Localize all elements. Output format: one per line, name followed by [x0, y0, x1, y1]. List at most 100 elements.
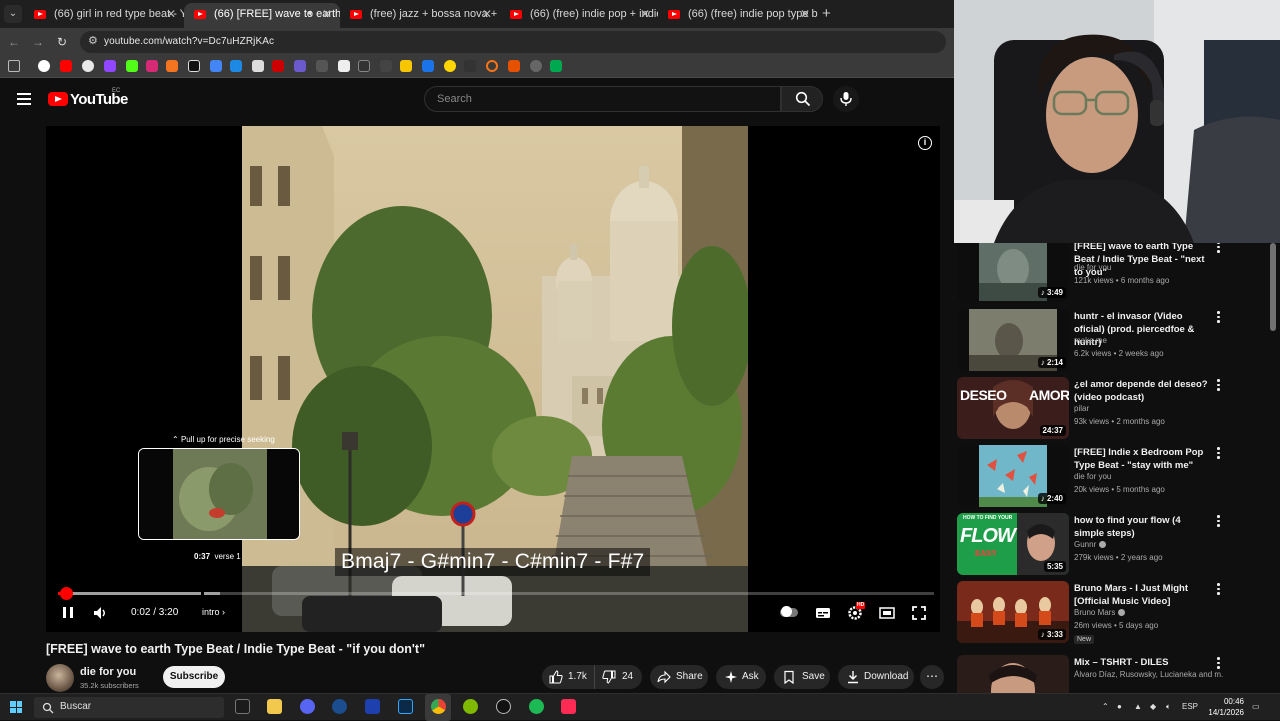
pause-button[interactable] [60, 602, 76, 624]
bookmark-icon[interactable] [166, 60, 178, 72]
menu-icon[interactable] [17, 93, 31, 105]
speaker-icon[interactable]: 🔈︎ [308, 3, 314, 25]
more-actions-button[interactable]: ⋯ [920, 665, 944, 689]
autoplay-toggle[interactable] [780, 604, 798, 622]
youtube-logo-icon[interactable] [48, 92, 68, 106]
bookmark-icon[interactable] [252, 60, 264, 72]
save-button[interactable]: Save [774, 665, 830, 689]
bookmark-icon[interactable] [358, 60, 370, 72]
volume-tray-icon[interactable]: 🔈︎ [1166, 702, 1171, 712]
video-thumbnail[interactable]: DESEO AMOR 24:37 [957, 377, 1069, 439]
photoshop-icon[interactable] [398, 699, 413, 714]
apps-grid-icon[interactable] [8, 60, 20, 72]
sheets-icon[interactable] [550, 60, 562, 72]
close-icon[interactable]: ✕ [166, 3, 176, 25]
video-thumbnail[interactable] [957, 655, 1069, 693]
kick-icon[interactable] [126, 60, 138, 72]
tray-overflow-icon[interactable]: ⌃ [1102, 702, 1109, 711]
file-explorer-icon[interactable] [267, 699, 282, 714]
recommendation-item[interactable]: ♪ 3:33 Bruno Mars - I Just Might [Offici… [954, 581, 1280, 647]
video-player[interactable]: i ⌃ Pull up for precise seeking 0:37 ver… [46, 126, 940, 632]
bookmark-icon[interactable] [486, 60, 498, 72]
more-options-icon[interactable] [1216, 583, 1222, 597]
chapter-button[interactable]: intro › [202, 607, 225, 629]
like-button[interactable]: 1.7k [542, 665, 594, 689]
google-icon[interactable] [38, 60, 50, 72]
steam-icon[interactable] [332, 699, 347, 714]
volume-button[interactable] [92, 602, 110, 624]
recommendation-item[interactable]: ♪ 2:40 [FREE] Indie x Bedroom Pop Type B… [954, 445, 1280, 511]
omnibox[interactable]: ⚙︎ youtube.com/watch?v=Dc7uHZRjKAc [80, 31, 946, 53]
bookmark-icon[interactable] [230, 60, 242, 72]
system-clock[interactable]: 00:46 14/1/2026 [1204, 696, 1244, 718]
subscribe-button[interactable]: Subscribe [163, 666, 225, 688]
recommendation-channel[interactable]: pilar [1074, 404, 1089, 413]
notification-icon[interactable]: ▭ [1252, 702, 1260, 711]
theater-mode-icon[interactable] [878, 604, 896, 622]
recommendation-channel[interactable]: die for you [1074, 472, 1111, 481]
share-button[interactable]: Share [650, 665, 708, 689]
recommendation-title[interactable]: [FREE] wave to earth Type Beat / Indie T… [1074, 243, 1209, 279]
tab-indie-pop-type-beat[interactable]: (66) (free) indie pop type beat ✕ [658, 3, 818, 28]
recommendation-channel[interactable]: make me [1074, 336, 1107, 345]
recommendation-item[interactable]: ♪ 3:49 [FREE] wave to earth Type Beat / … [954, 243, 1280, 305]
bookmark-icon[interactable] [464, 60, 476, 72]
tab-jazz-bossa-nova[interactable]: (free) jazz + bossa nova + eleva ✕ [340, 3, 500, 28]
recommendation-channel[interactable]: Gunnr [1074, 540, 1107, 549]
recommendations-scrollbar[interactable] [1270, 243, 1276, 331]
more-options-icon[interactable] [1216, 311, 1222, 325]
recommendation-channel[interactable]: Bruno Mars [1074, 608, 1126, 617]
fullscreen-icon[interactable] [910, 604, 928, 622]
video-thumbnail[interactable]: ♪ 2:14 [957, 309, 1069, 371]
x-icon[interactable] [188, 60, 200, 72]
site-info-icon[interactable]: ⚙︎ [88, 34, 98, 47]
bookmark-icon[interactable] [210, 60, 222, 72]
vegas-icon[interactable] [365, 699, 380, 714]
voice-search-button[interactable] [833, 86, 859, 112]
recommendation-title[interactable]: [FREE] Indie x Bedroom Pop Type Beat - "… [1074, 446, 1209, 472]
settings-gear-icon[interactable]: HD [846, 602, 866, 622]
reload-icon[interactable]: ↻ [54, 34, 70, 50]
youtube-bookmark-icon[interactable] [60, 60, 72, 72]
language-indicator[interactable]: ESP [1182, 702, 1198, 711]
app-icon[interactable] [463, 699, 478, 714]
bookmark-icon[interactable] [294, 60, 306, 72]
more-options-icon[interactable] [1216, 243, 1222, 255]
obs-icon[interactable] [496, 699, 511, 714]
bookmark-icon[interactable] [530, 60, 542, 72]
taskbar-search[interactable]: Buscar [34, 697, 224, 718]
close-icon[interactable]: ✕ [322, 3, 332, 25]
search-button[interactable] [781, 86, 823, 112]
video-thumbnail[interactable]: HOW TO FIND YOUR FLOW EASY 5:35 [957, 513, 1069, 575]
bookmark-icon[interactable] [316, 60, 328, 72]
new-tab-button[interactable]: + [822, 4, 836, 24]
tab-girl-in-red[interactable]: (66) girl in red type beat - YouT ✕ [24, 3, 184, 28]
discord-icon[interactable] [300, 699, 315, 714]
recommendation-title[interactable]: Mix – TSHRT - DILES [1074, 656, 1209, 669]
recommendation-channel[interactable]: Álvaro Díaz, Rusowsky, Lucianeka and m..… [1074, 670, 1224, 679]
tab-search-button[interactable]: ⌄ [4, 5, 22, 23]
tray-app-icon[interactable]: ◆ [1150, 702, 1156, 711]
recommendation-title[interactable]: ¿el amor depende del deseo? (video podca… [1074, 378, 1209, 404]
dislike-button[interactable]: 24 [594, 665, 642, 689]
search-input[interactable] [437, 91, 757, 107]
video-thumbnail[interactable]: ♪ 2:40 [957, 445, 1069, 507]
info-icon[interactable]: i [918, 136, 932, 150]
video-thumbnail[interactable]: ♪ 3:49 [957, 243, 1069, 301]
bookmark-icon[interactable] [400, 60, 412, 72]
forward-arrow-icon[interactable]: → [30, 34, 46, 50]
download-button[interactable]: Download [838, 665, 914, 689]
more-options-icon[interactable] [1216, 515, 1222, 529]
tray-app-icon[interactable]: ● [1117, 702, 1122, 711]
recommendation-item[interactable]: ♪ 2:14 huntr - el invasor (Video oficial… [954, 309, 1280, 375]
bookmark-icon[interactable] [444, 60, 456, 72]
close-icon[interactable]: ✕ [482, 3, 492, 25]
recommendation-channel[interactable]: die for you [1074, 263, 1111, 272]
tab-indie-pop-rock[interactable]: (66) (free) indie pop + indie roc ✕ [500, 3, 658, 28]
more-options-icon[interactable] [1216, 657, 1222, 671]
close-icon[interactable]: ✕ [800, 3, 810, 25]
bookmark-icon[interactable] [272, 60, 284, 72]
bookmark-icon[interactable] [380, 60, 392, 72]
recommendation-item[interactable]: HOW TO FIND YOUR FLOW EASY 5:35 how to f… [954, 513, 1280, 579]
bookmark-icon[interactable] [422, 60, 434, 72]
